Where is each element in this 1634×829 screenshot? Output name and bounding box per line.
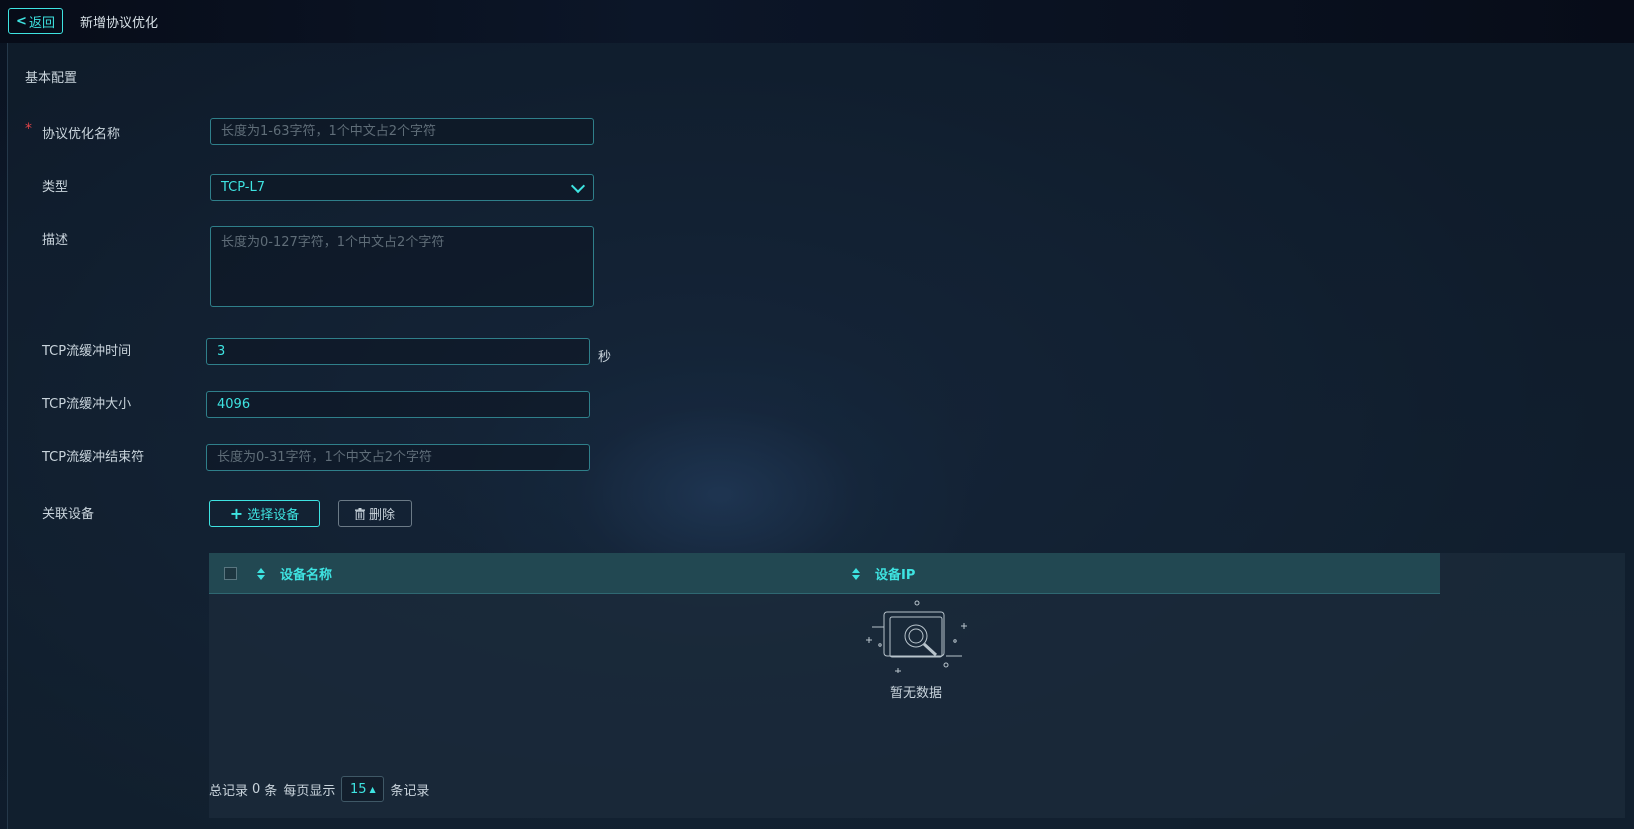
trash-icon bbox=[354, 507, 365, 520]
buffer-terminator-label: TCP流缓冲结束符 bbox=[42, 450, 145, 465]
chevron-left-icon: < bbox=[16, 13, 27, 29]
plus-icon: + bbox=[229, 504, 244, 523]
per-page-suffix: 条记录 bbox=[390, 783, 430, 799]
devices-label: 关联设备 bbox=[42, 507, 95, 522]
page-size-select[interactable]: 15 ▲ bbox=[341, 776, 385, 802]
type-select[interactable]: TCP-L7 bbox=[210, 174, 594, 201]
caret-up-icon: ▲ bbox=[369, 784, 376, 794]
type-select-value: TCP-L7 bbox=[221, 180, 266, 195]
column-label: 设备名称 bbox=[280, 568, 333, 583]
buffer-size-input[interactable] bbox=[206, 391, 590, 418]
name-input[interactable] bbox=[210, 118, 594, 145]
delete-button[interactable]: 删除 bbox=[338, 500, 412, 527]
buffer-time-unit: 秒 bbox=[598, 350, 612, 365]
column-label: 设备IP bbox=[875, 568, 916, 583]
sort-icon bbox=[852, 567, 860, 580]
top-bar: < 返回 新增协议优化 bbox=[0, 0, 1634, 43]
page-size-value: 15 bbox=[349, 781, 367, 797]
empty-data-icon bbox=[866, 600, 967, 673]
per-page-label: 每页显示 bbox=[283, 783, 336, 799]
buffer-size-label: TCP流缓冲大小 bbox=[42, 397, 132, 412]
buffer-terminator-input[interactable] bbox=[206, 444, 590, 471]
total-suffix: 条 bbox=[264, 783, 278, 799]
total-prefix: 总记录 bbox=[209, 783, 249, 799]
chevron-down-icon bbox=[570, 178, 586, 193]
table-header: 设备名称 设备IP bbox=[209, 553, 1440, 594]
sort-icon bbox=[257, 567, 265, 580]
back-button-label: 返回 bbox=[28, 15, 55, 31]
description-textarea[interactable] bbox=[210, 226, 594, 307]
empty-data-text: 暂无数据 bbox=[890, 686, 943, 701]
pagination: 总记录 0 条 每页显示 15 ▲ 条记录 bbox=[209, 776, 429, 802]
select-device-label: 选择设备 bbox=[247, 508, 300, 523]
type-label: 类型 bbox=[42, 180, 69, 195]
select-all-checkbox[interactable] bbox=[224, 567, 237, 580]
back-button[interactable]: < 返回 bbox=[8, 8, 63, 34]
description-label: 描述 bbox=[42, 233, 69, 248]
column-device-ip[interactable]: 设备IP bbox=[851, 564, 915, 583]
buffer-time-input[interactable] bbox=[206, 338, 590, 365]
buffer-time-label: TCP流缓冲时间 bbox=[42, 344, 132, 359]
column-device-name[interactable]: 设备名称 bbox=[256, 564, 332, 583]
total-count: 0 bbox=[252, 781, 261, 797]
name-label: 协议优化名称 bbox=[42, 127, 121, 142]
delete-label: 删除 bbox=[368, 508, 395, 523]
required-mark: * bbox=[25, 121, 32, 137]
page-title: 新增协议优化 bbox=[80, 16, 159, 31]
select-device-button[interactable]: + 选择设备 bbox=[209, 500, 320, 527]
section-title: 基本配置 bbox=[25, 71, 78, 86]
